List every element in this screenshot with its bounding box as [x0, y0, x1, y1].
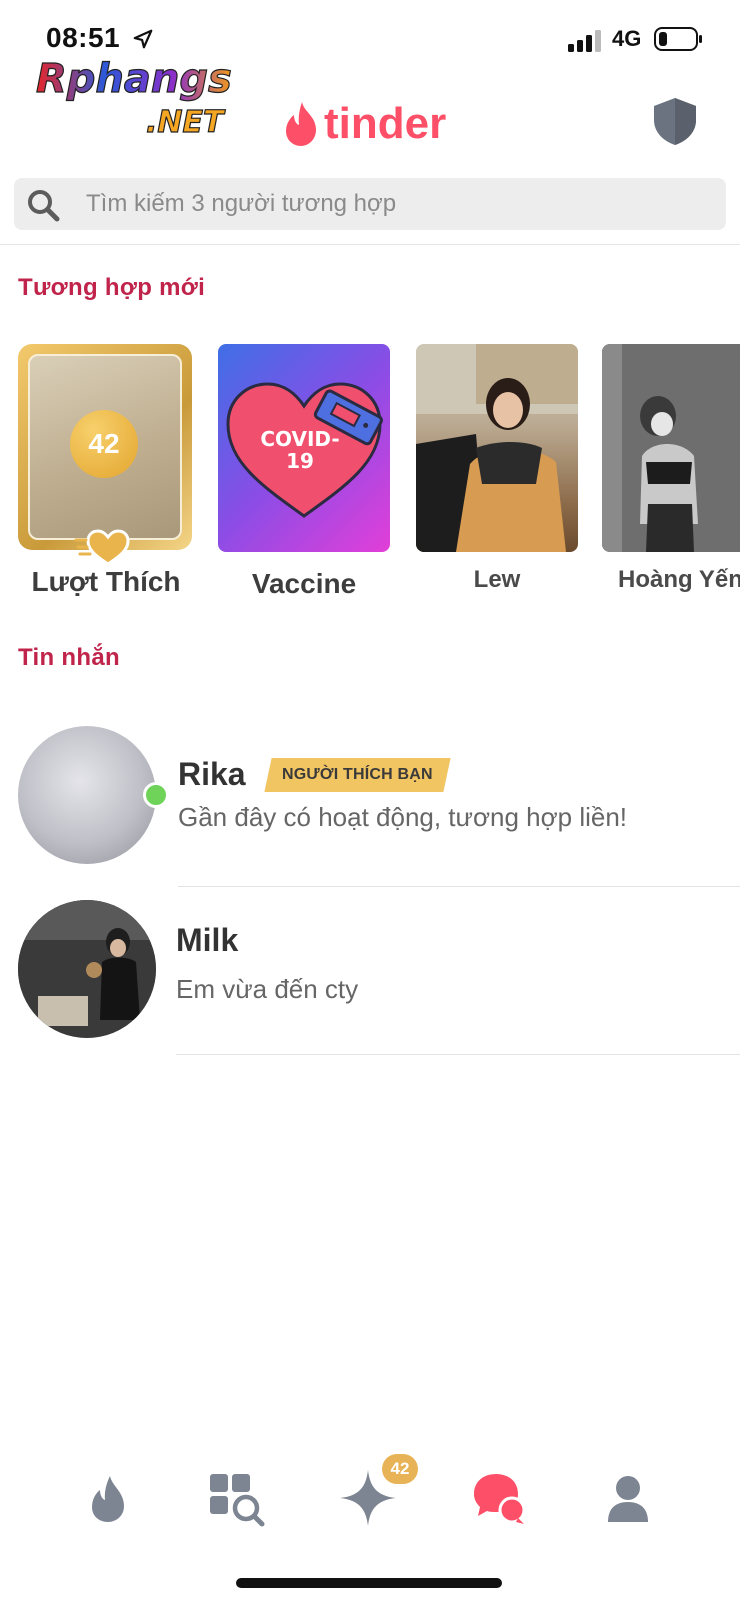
likes-count-badge: 42 [70, 410, 138, 478]
explore-icon[interactable] [204, 1466, 268, 1530]
new-matches-title: Tương hợp mới [18, 274, 206, 301]
search-icon [28, 190, 60, 222]
conversation-name-rika[interactable]: Rika [178, 756, 246, 793]
messages-icon[interactable] [466, 1466, 530, 1530]
tinder-logo: tinder [286, 99, 446, 148]
likes-you-badge: NGƯỜI THÍCH BẠN [264, 758, 451, 792]
svg-text:.NET: .NET [146, 105, 226, 140]
online-status-dot [143, 782, 169, 808]
status-time: 08:51 [46, 22, 121, 53]
svg-text:tinder: tinder [324, 99, 446, 148]
row-divider [176, 1054, 740, 1055]
svg-text:Rphangs: Rphangs [36, 56, 232, 102]
profile-icon[interactable] [596, 1466, 660, 1530]
lew-photo [416, 344, 578, 552]
conversation-preview-rika[interactable]: Gần đây có hoạt động, tương hợp liền! [178, 802, 627, 833]
home-indicator[interactable] [236, 1578, 502, 1588]
avatar-rika[interactable] [18, 726, 156, 864]
hoang-yen-photo [602, 344, 740, 552]
flame-icon[interactable] [76, 1466, 140, 1530]
conversation-name-milk[interactable]: Milk [176, 922, 238, 959]
cellular-signal-icon [568, 30, 601, 52]
likes-label: Lượt Thích [31, 566, 181, 597]
battery-icon [654, 27, 702, 51]
match-label-vaccine: Vaccine [251, 568, 357, 599]
location-arrow-icon [133, 29, 153, 49]
gold-heart-icon [74, 529, 130, 566]
messages-title: Tin nhắn [18, 644, 120, 671]
covid-vaccine-heart-icon: COVID-19 [226, 382, 383, 518]
avatar-milk[interactable] [18, 900, 156, 1038]
conversation-preview-milk[interactable]: Em vừa đến cty [176, 974, 358, 1005]
match-card-lew[interactable] [416, 344, 578, 552]
gold-likes-count-badge: 42 [382, 1454, 418, 1484]
match-label-lew: Lew [473, 566, 521, 593]
milk-photo [18, 900, 156, 1038]
network-type: 4G [612, 26, 642, 51]
likes-you-badge-text: NGƯỜI THÍCH BẠN [282, 766, 433, 783]
search-input[interactable] [70, 178, 732, 230]
safety-shield-icon[interactable] [652, 96, 698, 146]
header-divider [0, 244, 740, 245]
rphangs-watermark-logo: Rphangs .NET [35, 56, 232, 140]
match-label-hoang-yen: Hoàng Yến [618, 566, 740, 593]
row-divider [178, 886, 740, 887]
match-card-hoang-yen[interactable] [602, 344, 740, 552]
